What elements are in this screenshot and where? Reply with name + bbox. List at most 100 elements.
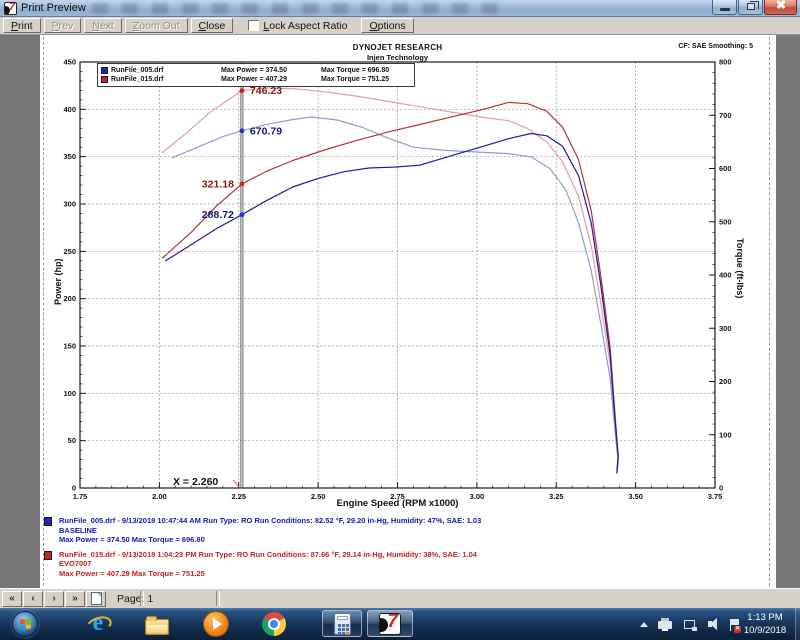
taskbar-item-dynojet-winpep[interactable] [367,610,413,637]
run-chip-blue [44,517,52,526]
svg-text:500: 500 [719,217,732,226]
taskbar: e ✕ 1:13 PM 10/9/2018 [0,608,800,640]
svg-text:200: 200 [63,294,76,303]
legend-row-evo: RunFile_015.drf Max Power = 407.29 Max T… [101,75,411,84]
marker-dot [239,181,245,187]
run-details: RunFile_015.drf - 9/13/2018 1:04:23 PM R… [59,549,477,559]
windows-logo-icon [20,618,31,630]
svg-text:250: 250 [63,247,76,256]
run-stats: Max Power = 407.29 Max Torque = 751.25 [59,568,205,578]
legend-row-baseline: RunFile_005.drf Max Power = 374.50 Max T… [101,66,411,75]
svg-text:450: 450 [63,58,76,67]
svg-text:400: 400 [719,271,732,280]
svg-text:800: 800 [719,58,732,67]
marker-dot [239,88,245,94]
chrome-icon [262,612,286,636]
marker-dot [239,128,245,134]
prev-page-button[interactable]: ‹ [23,590,43,607]
dynojet-winpep-icon [379,612,401,635]
grid-lines [80,62,715,488]
series-RunFile_015-power [161,101,619,472]
svg-text:100: 100 [63,389,76,398]
background-window-artifact [92,3,512,14]
rpm-axis-label: Engine Speed (RPM x1000) [336,498,459,509]
options-button[interactable]: Options [361,18,414,33]
run-annotation-evo: RunFile_015.drf - 9/13/2018 1:04:23 PM R… [44,550,481,579]
window-title: Print Preview [21,2,86,14]
title-bar: Print Preview [0,0,800,17]
printer-tray-icon[interactable] [658,618,672,631]
zoom-out-button[interactable]: Zoom Out [124,18,188,33]
svg-text:321.18: 321.18 [202,178,234,190]
svg-text:700: 700 [719,111,732,120]
network-tray-icon[interactable] [684,620,697,631]
run-details: RunFile_005.drf - 9/13/2018 10:47:44 AM … [59,516,482,525]
legend-file: RunFile_005.drf [111,67,164,74]
next-button[interactable]: Next [84,18,122,33]
media-player-icon [203,611,229,637]
legend-max-torque: Max Torque = 696.80 [321,67,390,74]
taskbar-item-calculator[interactable] [322,610,362,637]
run-annotations: RunFile_005.drf - 9/13/2018 10:47:44 AM … [44,516,481,583]
page-setup-button[interactable] [86,590,106,607]
series-lines [161,87,619,474]
svg-text:400: 400 [63,105,76,114]
svg-text:150: 150 [63,342,76,351]
print-preview-window: Print Preview Print Prev Next Zoom Out C… [0,0,800,640]
close-window-button[interactable] [764,0,797,15]
start-button[interactable] [12,611,38,637]
legend-chip-red [101,76,108,83]
cursor-markers: 746.23670.79321.18288.72 [202,85,282,221]
calculator-icon [333,612,351,635]
page-icon [90,592,102,605]
svg-text:X = 2.260: X = 2.260 [173,476,218,488]
svg-text:288.72: 288.72 [202,209,234,221]
cursor-line [240,62,244,488]
run-name: BASELINE [59,525,97,535]
preview-background: DYNOJET RESEARCH Injen Technology CF: SA… [0,35,800,588]
statusbar-divider [216,591,220,606]
lock-aspect-ratio-checkbox[interactable] [248,20,260,31]
show-desktop-button[interactable] [795,608,800,640]
svg-text:670.79: 670.79 [250,125,282,137]
first-page-button[interactable]: « [2,590,22,607]
svg-text:600: 600 [719,164,732,173]
volume-tray-icon[interactable] [708,618,717,630]
close-button[interactable]: Close [190,18,234,33]
svg-text:300: 300 [719,324,732,333]
page-number-label: Page: 1 [117,592,154,605]
print-button[interactable]: Print [3,18,41,33]
run-annotation-baseline: RunFile_005.drf - 9/13/2018 10:47:44 AM … [44,516,481,545]
restore-icon [747,1,759,10]
run-chip-red [44,550,52,560]
prev-button[interactable]: Prev [43,18,82,33]
torque-axis-label: Torque (ft-lbs) [735,238,745,299]
last-page-button[interactable]: » [65,590,85,607]
minimize-button[interactable] [712,0,737,15]
legend-file: RunFile_015.drf [111,76,164,83]
taskbar-item-windows-explorer[interactable] [144,611,170,637]
marker-dot [239,212,245,218]
svg-text:350: 350 [63,152,76,161]
taskbar-item-chrome[interactable] [261,611,287,637]
svg-text:300: 300 [63,200,76,209]
run-name: EVO7007 [59,559,92,568]
taskbar-clock[interactable]: 1:13 PM 10/9/2018 [735,611,795,637]
cursor-readout: X = 2.260 [173,476,241,489]
legend-max-power: Max Power = 407.29 [221,76,287,83]
caption-buttons [711,0,797,15]
svg-text:0: 0 [72,484,76,493]
svg-text:200: 200 [719,377,732,386]
lock-aspect-ratio-label: Lock Aspect Ratio [263,19,348,32]
app-icon [4,2,17,15]
run-stats: Max Power = 374.50 Max Torque = 696.80 [59,535,205,544]
svg-text:50: 50 [68,436,76,445]
series-RunFile_015-torque [161,87,619,472]
statusbar-divider [140,591,144,606]
taskbar-item-internet-explorer[interactable]: e [85,611,111,637]
hidden-icons-button[interactable] [640,622,648,627]
legend-max-power: Max Power = 374.50 [221,67,287,74]
restore-button[interactable] [738,0,763,15]
next-page-button[interactable]: › [44,590,64,607]
taskbar-item-media-player[interactable] [203,611,229,637]
